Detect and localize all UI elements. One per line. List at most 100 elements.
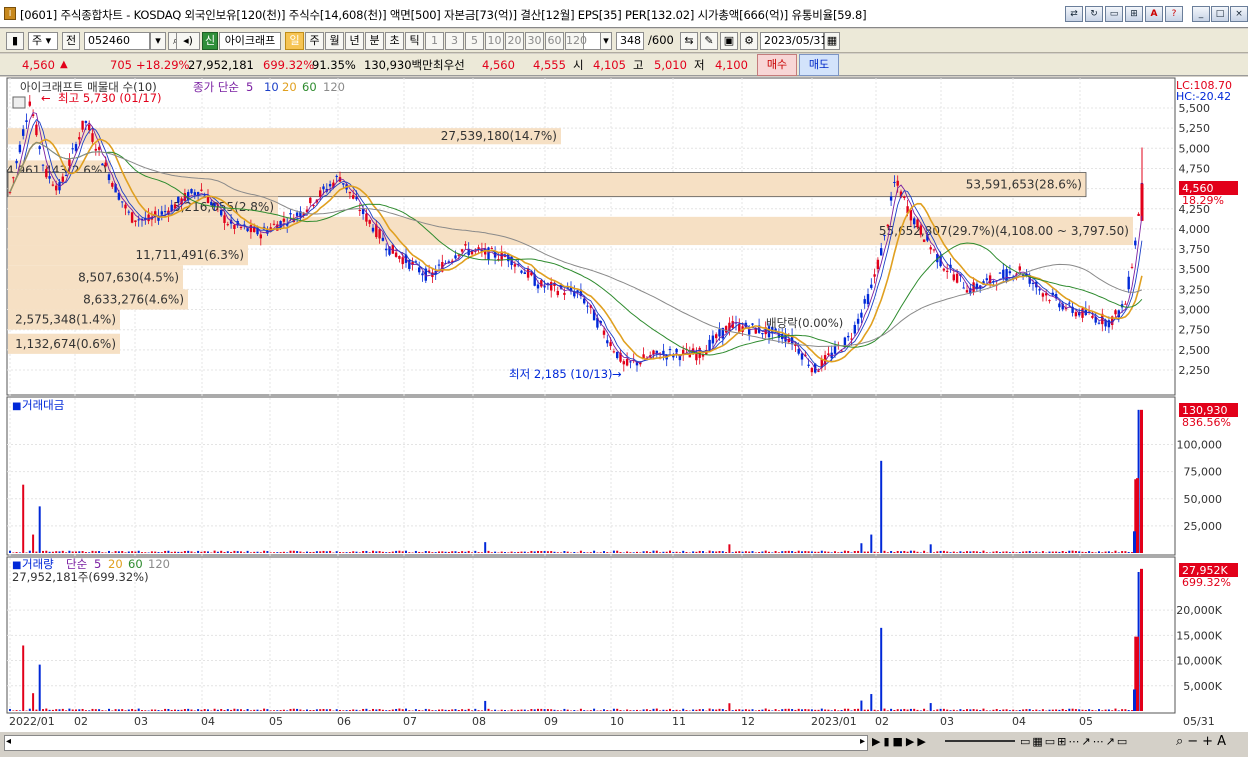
interval-120[interactable]: 120 (565, 32, 587, 50)
prev-button[interactable]: 전 (62, 32, 80, 50)
window-icon[interactable]: ▭ (1105, 6, 1123, 22)
amount-bar (840, 551, 843, 553)
calendar-icon[interactable]: ▦ (824, 32, 840, 50)
interval-1[interactable]: 1 (425, 32, 444, 50)
unit-5[interactable]: 초 (385, 32, 404, 50)
scroll-right-icon[interactable]: ▸ (860, 736, 865, 747)
zoom-slider[interactable] (945, 740, 1015, 742)
interval-dropdown-icon[interactable]: ▾ (600, 32, 612, 50)
settings-icon[interactable]: ⚙ (740, 32, 758, 50)
volume-bar (1140, 568, 1143, 711)
horizontal-scrollbar[interactable] (4, 735, 868, 751)
amount-bar (1133, 531, 1136, 553)
amount-bar (721, 551, 724, 553)
zoom-icons[interactable]: ⌕−+A (1176, 734, 1230, 749)
time-tick: 08 (472, 715, 486, 728)
close-button[interactable]: × (1230, 6, 1248, 22)
candle-body (952, 274, 955, 281)
unit-1[interactable]: 주 (305, 32, 324, 50)
amount-bar (995, 551, 998, 553)
amount-bar (1091, 551, 1094, 553)
volume-bar (226, 709, 229, 711)
buy-button[interactable]: 매수 (757, 54, 797, 76)
interval-20[interactable]: 20 (505, 32, 524, 50)
font-icon[interactable]: A (1145, 6, 1163, 22)
amount-bar (256, 551, 259, 553)
link-icon[interactable]: ⇄ (1065, 6, 1083, 22)
volume-bar (256, 709, 259, 711)
amount-bar (969, 551, 972, 553)
save-icon[interactable]: ▣ (720, 32, 738, 50)
candle-body (550, 282, 553, 291)
volume-bar (533, 709, 536, 711)
sell-button[interactable]: 매도 (799, 54, 839, 76)
scroll-left-icon[interactable]: ◂ (6, 736, 11, 747)
interval-30[interactable]: 30 (525, 32, 544, 50)
candle-body (622, 361, 625, 365)
amount-bar (121, 551, 124, 553)
current-price: 4,560 (22, 58, 55, 72)
interval-5[interactable]: 5 (465, 32, 484, 50)
amount-bar (84, 552, 87, 553)
amount-bar (401, 551, 404, 553)
candle-body (233, 224, 236, 229)
volume-bar (510, 709, 513, 711)
compare-icon[interactable]: ⇆ (680, 32, 698, 50)
amount-bar (857, 550, 860, 553)
chart-tools-icon[interactable]: ▭▦▭⊞⋯↗⋯↗▭ (1020, 735, 1129, 748)
unit-3[interactable]: 년 (345, 32, 364, 50)
speaker-icon[interactable]: ◂) (176, 32, 200, 50)
dropdown-icon[interactable]: ▾ (150, 32, 166, 50)
export-icon[interactable]: ⊞ (1125, 6, 1143, 22)
volume-bar (645, 709, 648, 711)
candle-body (751, 323, 754, 325)
amount-bar (1055, 551, 1058, 553)
chart-area[interactable]: 27,539,180(14.7%) 4,961,443(2.6%) 53,591,6… (0, 77, 1248, 757)
volume-bar (348, 710, 351, 711)
candle-body (1041, 293, 1045, 297)
maximize-button[interactable]: □ (1211, 6, 1229, 22)
candle-body (130, 212, 134, 223)
amount-bar (345, 552, 348, 553)
volume-bar (537, 708, 539, 711)
amount-bar (1071, 550, 1074, 553)
stock-chart[interactable]: 27,539,180(14.7%)4,961,443(2.6%)53,591,6… (0, 77, 1248, 733)
volume-bar (586, 710, 589, 711)
unit-0[interactable]: 일 (285, 32, 304, 50)
candle-body (107, 174, 111, 181)
code-input[interactable]: 052460 (84, 32, 150, 50)
refresh-icon[interactable]: ↻ (1085, 6, 1103, 22)
date-input[interactable]: 2023/05/31 (760, 32, 827, 50)
lock-icon[interactable]: ▮ (6, 32, 24, 50)
candle-body (810, 368, 814, 373)
amount-bar (685, 552, 688, 553)
candle-body (28, 101, 31, 106)
amount-bar (817, 551, 820, 553)
tools-icon[interactable]: ✎ (700, 32, 718, 50)
interval-60[interactable]: 60 (545, 32, 564, 50)
time-tick: 07 (403, 715, 417, 728)
amount-bar (207, 551, 209, 553)
candle-body (866, 294, 870, 305)
help-icon[interactable]: ? (1165, 6, 1183, 22)
unit-2[interactable]: 월 (325, 32, 344, 50)
volume-bar (556, 710, 559, 711)
amount-bar (418, 551, 421, 553)
amount-bar (180, 551, 183, 553)
unit-4[interactable]: 분 (365, 32, 384, 50)
interval-3[interactable]: 3 (445, 32, 464, 50)
minimize-button[interactable]: _ (1192, 6, 1210, 22)
count-input[interactable]: 348 (616, 32, 644, 50)
candle-body (81, 120, 84, 130)
amount-bar (339, 552, 341, 553)
volume-bar (71, 709, 74, 711)
period-select[interactable]: 주 ▾ (28, 32, 58, 50)
interval-10[interactable]: 10 (485, 32, 504, 50)
unit-6[interactable]: 틱 (405, 32, 424, 50)
amount-bar (563, 551, 566, 553)
candle-body (38, 146, 41, 150)
table-icon[interactable] (12, 96, 26, 109)
amount-bar (751, 551, 754, 553)
amount-bar (183, 551, 186, 553)
playback-controls-icon[interactable]: ▶▮■▶▶ (872, 735, 929, 748)
